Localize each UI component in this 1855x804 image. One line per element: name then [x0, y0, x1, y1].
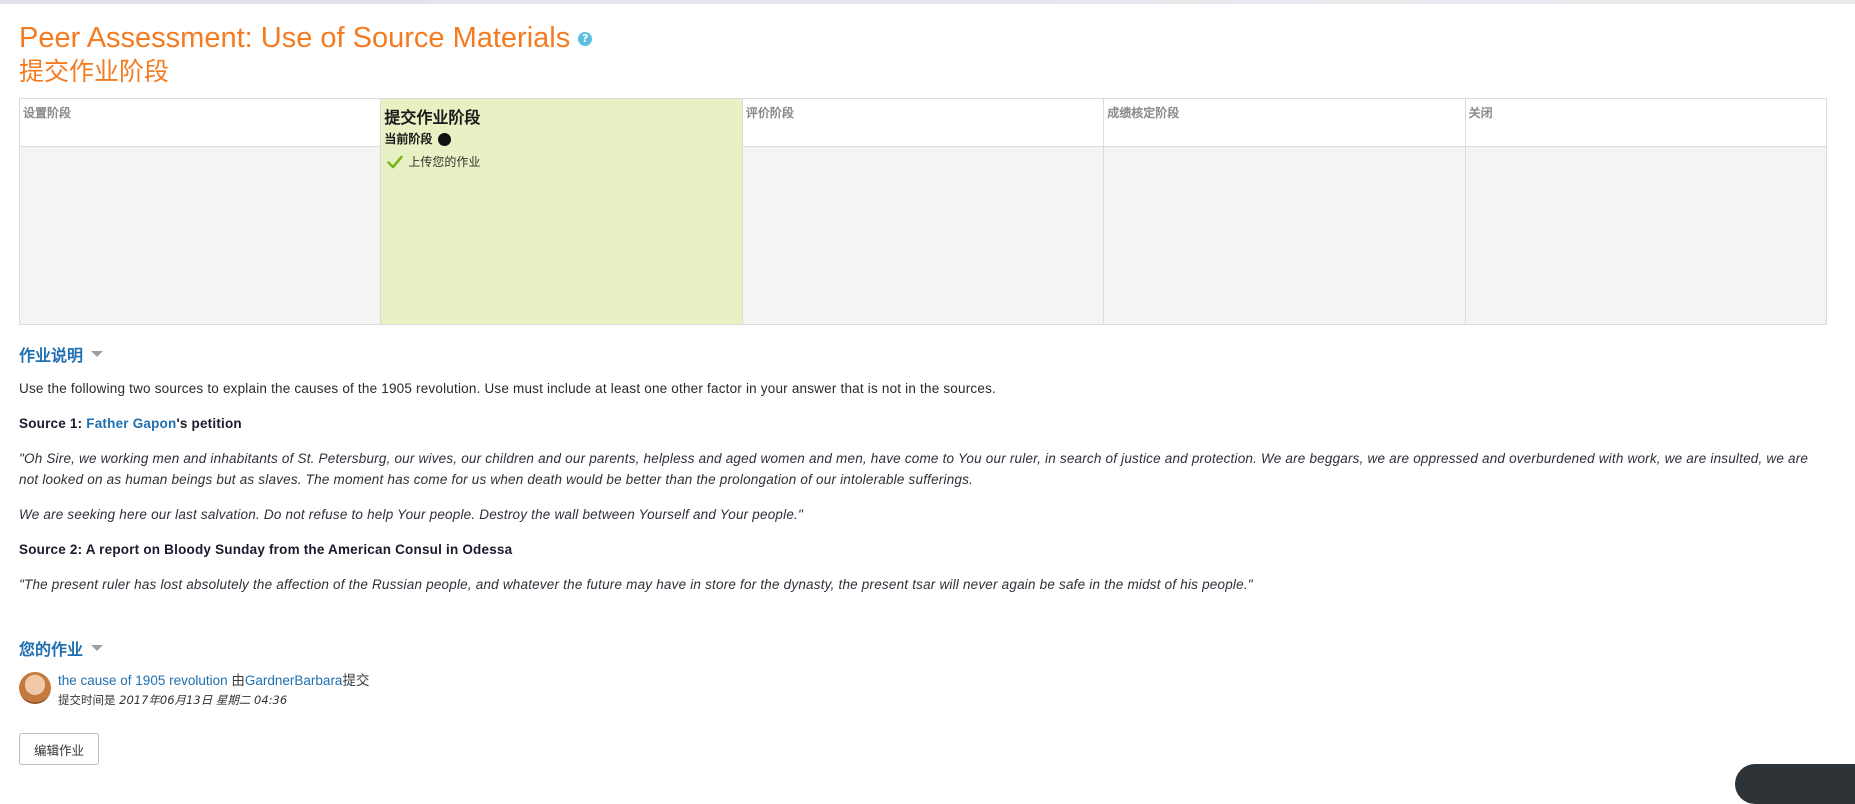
caret-down-icon — [91, 351, 104, 357]
phase-name: 成绩核定阶段 — [1107, 106, 1180, 120]
instructions-body: Use the following two sources to explain… — [19, 378, 1819, 609]
page-title-text: Peer Assessment: Use of Source Materials — [19, 22, 571, 54]
phase-header: 设置阶段 — [20, 99, 381, 147]
task-item: 上传您的作业 — [387, 153, 735, 170]
phase-header: 成绩核定阶段 — [1104, 99, 1465, 147]
submission-time: 提交时间是 2017年06月13日 星期二 04:36 — [58, 692, 369, 708]
phase-table: 设置阶段 提交作业阶段 当前阶段 上传您的作业 评价阶段 成绩核定阶段 关闭 — [19, 98, 1827, 325]
check-icon — [387, 155, 404, 168]
submission-title-link[interactable]: the cause of 1905 revolution — [58, 673, 228, 688]
phase-setup: 设置阶段 — [20, 99, 382, 324]
source1-heading: Source 1: Father Gapon's petition — [19, 413, 1819, 434]
phase-name: 关闭 — [1468, 106, 1493, 120]
phase-header: 评价阶段 — [742, 99, 1104, 147]
task-label: 上传您的作业 — [408, 155, 481, 169]
phase-tasks — [20, 147, 381, 324]
edit-submission-button[interactable]: 编辑作业 — [19, 733, 100, 765]
phase-tasks: 上传您的作业 — [381, 147, 742, 324]
source1-quote-continued: We are seeking here our last salvation. … — [19, 507, 803, 522]
current-phase-label: 当前阶段 — [384, 130, 738, 147]
instructions-section-title: 作业说明 — [19, 346, 84, 365]
submission-by-prefix: 由 — [231, 673, 245, 688]
caret-down-icon — [91, 645, 104, 651]
submission-time-value: 2017年06月13日 星期二 04:36 — [119, 693, 288, 707]
submission-section-toggle[interactable]: 您的作业 — [19, 636, 104, 660]
phase-tasks — [742, 147, 1104, 324]
instructions-section-toggle[interactable]: 作业说明 — [19, 342, 104, 366]
father-gapon-link[interactable]: Father Gapon — [86, 416, 176, 431]
page-header: Peer Assessment: Use of Source Materials… — [19, 20, 1829, 88]
phase-assessment: 评价阶段 — [742, 99, 1105, 324]
source1-prefix: Source 1: — [19, 416, 87, 431]
instructions-intro: Use the following two sources to explain… — [19, 381, 996, 396]
current-phase-dot-icon — [438, 133, 452, 146]
phase-submission: 提交作业阶段 当前阶段 上传您的作业 — [381, 99, 743, 324]
phase-tasks — [1104, 147, 1465, 324]
phase-evaluation: 成绩核定阶段 — [1104, 99, 1466, 324]
avatar[interactable] — [19, 672, 51, 704]
submission-item: the cause of 1905 revolution 由GardnerBar… — [19, 672, 369, 708]
phase-name: 提交作业阶段 — [384, 108, 481, 127]
phase-header: 提交作业阶段 当前阶段 — [381, 99, 742, 147]
source2-quote: "The present ruler has lost absolutely t… — [19, 577, 1253, 592]
phase-name: 设置阶段 — [23, 106, 72, 120]
current-phase-text: 当前阶段 — [384, 132, 433, 146]
current-phase-heading: 提交作业阶段 — [19, 57, 170, 86]
source1-quote: "Oh Sire, we working men and inhabitants… — [19, 451, 1809, 487]
submission-section-title: 您的作业 — [19, 640, 84, 659]
phase-name: 评价阶段 — [745, 106, 794, 120]
floating-widget[interactable] — [1735, 764, 1855, 804]
help-icon[interactable]: ? — [578, 32, 593, 47]
source1-suffix: 's petition — [176, 416, 242, 431]
submission-time-label: 提交时间是 — [58, 693, 116, 707]
top-border — [0, 0, 1855, 4]
submission-by-suffix: 提交 — [342, 673, 370, 688]
submission-title-line: the cause of 1905 revolution 由GardnerBar… — [58, 672, 369, 690]
submission-details: the cause of 1905 revolution 由GardnerBar… — [58, 672, 369, 708]
phase-tasks — [1465, 147, 1827, 324]
phase-closed: 关闭 — [1465, 99, 1827, 324]
author-link[interactable]: GardnerBarbara — [245, 673, 343, 688]
phase-header: 关闭 — [1465, 99, 1827, 147]
source2-heading: Source 2: A report on Bloody Sunday from… — [19, 542, 513, 557]
page-title: Peer Assessment: Use of Source Materials… — [19, 20, 1829, 56]
